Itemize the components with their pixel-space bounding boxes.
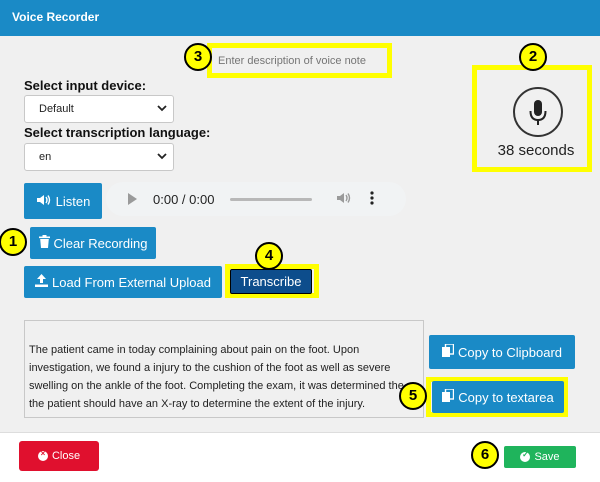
- copy-to-clipboard-label: Copy to Clipboard: [457, 344, 563, 360]
- annotation-badge-1: 1: [0, 228, 27, 256]
- volume-icon[interactable]: [336, 192, 352, 207]
- transcribe-button[interactable]: Transcribe: [230, 269, 312, 294]
- speaker-icon: [36, 194, 52, 209]
- transcript-textarea[interactable]: The patient came in today complaining ab…: [24, 320, 424, 418]
- language-select[interactable]: en: [24, 143, 174, 171]
- copy-to-textarea-label: Copy to textarea: [458, 389, 554, 405]
- audio-time: 0:00 / 0:00: [153, 191, 215, 207]
- listen-label: Listen: [55, 193, 91, 209]
- language-value: en: [39, 151, 52, 163]
- clear-recording-button[interactable]: Clear Recording: [30, 227, 156, 259]
- voice-recorder-dialog: Voice Recorder Select input device: Defa…: [0, 0, 600, 482]
- input-device-label: Select input device:: [24, 78, 147, 93]
- chevron-down-icon: [157, 151, 167, 164]
- annotation-badge-2: 2: [519, 43, 547, 71]
- load-external-upload-label: Load From External Upload: [52, 274, 211, 290]
- transcribe-label: Transcribe: [240, 274, 302, 289]
- listen-button[interactable]: Listen: [24, 183, 102, 219]
- check-icon: ✓: [520, 450, 531, 462]
- load-external-upload-button[interactable]: Load From External Upload: [24, 266, 222, 298]
- annotation-badge-5: 5: [399, 382, 427, 410]
- upload-icon: [35, 274, 48, 290]
- annotation-badge-3: 3: [184, 43, 212, 71]
- recording-duration: 38 seconds: [497, 142, 575, 159]
- copy-icon: [441, 343, 455, 360]
- close-label: Close: [51, 450, 81, 462]
- copy-to-textarea-button[interactable]: Copy to textarea: [432, 381, 564, 413]
- play-icon[interactable]: [128, 193, 137, 205]
- copy-icon: [442, 388, 455, 405]
- annotation-badge-6: 6: [471, 441, 499, 469]
- input-device-value: Default: [39, 103, 74, 115]
- close-button[interactable]: × Close: [19, 441, 99, 471]
- save-button[interactable]: ✓ Save: [504, 446, 576, 468]
- audio-progress-track[interactable]: [230, 197, 313, 201]
- copy-to-clipboard-button[interactable]: Copy to Clipboard: [429, 335, 575, 369]
- annotation-badge-4: 4: [255, 242, 283, 270]
- input-device-select[interactable]: Default: [24, 95, 174, 123]
- chevron-down-icon: [157, 103, 167, 116]
- more-options-icon[interactable]: [370, 191, 375, 207]
- save-label: Save: [534, 451, 560, 463]
- record-button[interactable]: [513, 87, 563, 137]
- close-icon: ×: [37, 449, 48, 461]
- language-label: Select transcription language:: [24, 125, 211, 140]
- dialog-title: Voice Recorder: [0, 0, 600, 36]
- audio-player: 0:00 / 0:00: [106, 182, 406, 216]
- description-input[interactable]: [214, 50, 386, 72]
- trash-icon: [38, 235, 50, 251]
- clear-recording-label: Clear Recording: [53, 235, 148, 251]
